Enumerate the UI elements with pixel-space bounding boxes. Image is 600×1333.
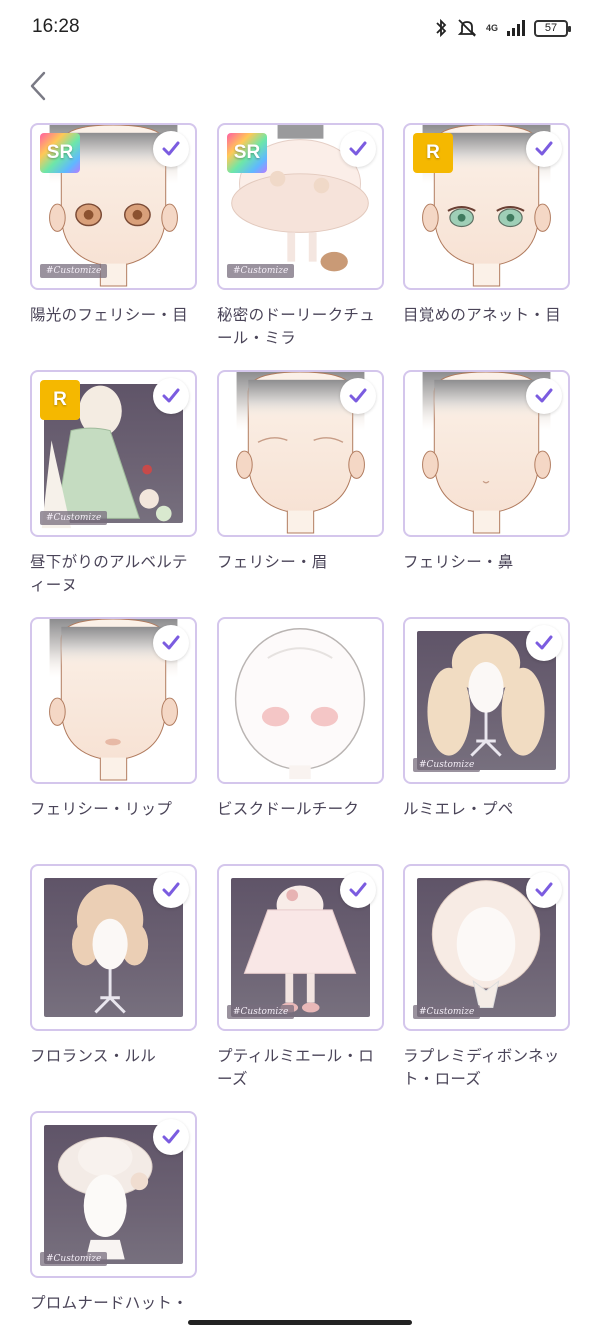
rarity-badge: SR [227, 133, 267, 173]
item-card[interactable]: #Customize プロムナードハット・ [30, 1111, 197, 1315]
bluetooth-icon [434, 18, 448, 38]
item-thumbnail[interactable] [217, 370, 384, 537]
check-icon[interactable] [526, 378, 562, 414]
check-icon[interactable] [526, 131, 562, 167]
watermark: #Customize [40, 264, 108, 278]
check-icon[interactable] [153, 131, 189, 167]
item-card[interactable]: #Customize ルミエレ・プペ [403, 617, 570, 821]
status-time: 16:28 [32, 16, 80, 37]
check-icon[interactable] [526, 625, 562, 661]
watermark: #Customize [227, 264, 295, 278]
check-icon[interactable] [340, 378, 376, 414]
watermark: #Customize [40, 1252, 108, 1266]
item-thumbnail[interactable]: #Customize [30, 1111, 197, 1278]
item-name: フロランス・ルル [30, 1047, 157, 1065]
status-bar: 16:28 4G 57 [0, 0, 600, 56]
check-icon[interactable] [340, 872, 376, 908]
item-card[interactable]: SR #Customize 秘密のドーリークチュール・ミラ [217, 123, 384, 350]
item-card[interactable]: #Customize ラプレミディボンネット・ローズ [403, 864, 570, 1091]
check-icon[interactable] [526, 872, 562, 908]
watermark: #Customize [40, 511, 108, 525]
item-thumbnail[interactable]: #Customize [217, 864, 384, 1031]
item-name: 陽光のフェリシー・目 [30, 306, 189, 324]
item-card[interactable]: ビスクドールチーク [217, 617, 384, 821]
rarity-badge: SR [40, 133, 80, 173]
item-thumbnail[interactable]: #Customize [403, 864, 570, 1031]
item-name: ラプレミディボンネット・ローズ [403, 1047, 560, 1088]
cheek-art [234, 628, 366, 780]
back-button[interactable] [20, 66, 56, 106]
watermark: #Customize [413, 758, 481, 772]
item-thumbnail[interactable]: SR #Customize [217, 123, 384, 290]
item-card[interactable]: #Customize プティルミエール・ローズ [217, 864, 384, 1091]
rarity-badge: R [413, 133, 453, 173]
muted-bell-icon [456, 18, 478, 38]
check-icon[interactable] [153, 625, 189, 661]
battery-level: 57 [544, 22, 558, 34]
chevron-left-icon [30, 71, 46, 101]
item-card[interactable]: R #Customize 昼下がりのアルベルティーヌ [30, 370, 197, 597]
status-icons: 4G 57 [434, 16, 571, 40]
item-thumbnail[interactable] [30, 617, 197, 784]
signal-icon [506, 20, 526, 36]
item-card[interactable]: フロランス・ルル [30, 864, 197, 1068]
item-thumbnail[interactable] [403, 370, 570, 537]
network-label: 4G [485, 22, 498, 33]
watermark: #Customize [227, 1005, 295, 1019]
item-name: フェリシー・鼻 [403, 553, 514, 571]
item-name: 昼下がりのアルベルティーヌ [30, 553, 188, 594]
home-indicator[interactable] [188, 1320, 412, 1325]
item-card[interactable]: フェリシー・鼻 [403, 370, 570, 574]
item-name: プロムナードハット・ [30, 1294, 189, 1312]
item-name: プティルミエール・ローズ [217, 1047, 375, 1088]
item-thumbnail[interactable]: #Customize [403, 617, 570, 784]
item-name: フェリシー・眉 [217, 553, 328, 571]
item-card[interactable]: フェリシー・リップ [30, 617, 197, 821]
item-thumbnail[interactable] [217, 617, 384, 784]
item-name: フェリシー・リップ [30, 800, 173, 818]
check-icon[interactable] [153, 378, 189, 414]
watermark: #Customize [413, 1005, 481, 1019]
item-name: ルミエレ・プペ [403, 800, 514, 818]
item-thumbnail[interactable]: R [403, 123, 570, 290]
item-name: ビスクドールチーク [217, 800, 360, 818]
item-name: 目覚めのアネット・目 [403, 306, 562, 324]
battery-icon: 57 [534, 19, 571, 37]
check-icon[interactable] [153, 1119, 189, 1155]
item-thumbnail[interactable]: R #Customize [30, 370, 197, 537]
rarity-badge: R [40, 380, 80, 420]
item-thumbnail[interactable]: SR #Customize [30, 123, 197, 290]
check-icon[interactable] [153, 872, 189, 908]
item-card[interactable]: フェリシー・眉 [217, 370, 384, 574]
item-card[interactable]: R 目覚めのアネット・目 [403, 123, 570, 327]
item-thumbnail[interactable] [30, 864, 197, 1031]
check-icon[interactable] [340, 131, 376, 167]
item-card[interactable]: SR #Customize 陽光のフェリシー・目 [30, 123, 197, 327]
item-name: 秘密のドーリークチュール・ミラ [217, 306, 376, 347]
